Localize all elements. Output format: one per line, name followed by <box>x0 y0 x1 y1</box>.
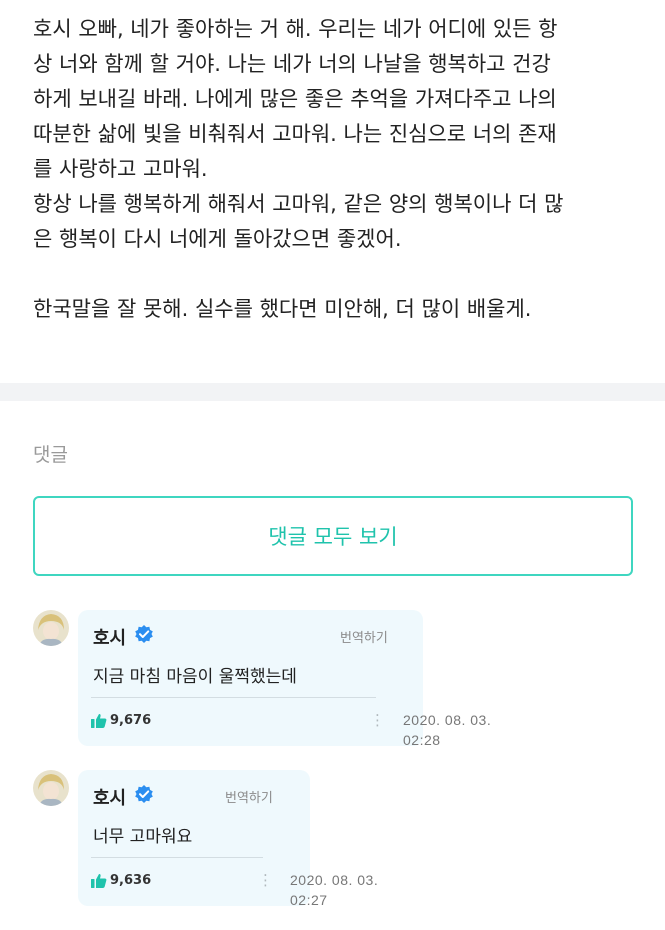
comment-timestamp: 2020. 08. 03. 02:28 <box>403 710 491 750</box>
post-line: 하게 보내길 바래. 나에게 많은 좋은 추억을 가져다주고 나의 <box>33 87 557 111</box>
like-button[interactable]: 9,636 <box>91 873 151 888</box>
avatar[interactable] <box>33 770 69 806</box>
comments-heading: 댓글 <box>33 444 68 466</box>
comment-date: 2020. 08. 03. <box>290 872 379 888</box>
post-line: 를 사랑하고 고마워. <box>33 157 208 181</box>
post-body: 호시 오빠, 네가 좋아하는 거 해. 우리는 네가 어디에 있든 항 상 너와… <box>33 12 643 327</box>
more-options-icon[interactable]: ⋮ <box>370 713 385 728</box>
post-line: 한국말을 잘 못해. 실수를 했다면 미안해, 더 많이 배울게. <box>33 297 532 321</box>
post-line: 은 행복이 다시 너에게 돌아갔으면 좋겠어. <box>33 227 402 251</box>
comment-text: 너무 고마워요 <box>93 827 193 847</box>
bubble-divider <box>91 857 263 858</box>
verified-check-icon <box>135 625 153 643</box>
more-options-icon[interactable]: ⋮ <box>258 873 273 888</box>
comment-date: 2020. 08. 03. <box>403 712 492 728</box>
like-count: 9,636 <box>110 873 152 888</box>
bubble-divider <box>91 697 376 698</box>
post-line: 항상 나를 행복하게 해줘서 고마워, 같은 양의 행복이나 더 많 <box>33 192 564 216</box>
comment-author[interactable]: 호시 <box>93 784 126 810</box>
post-line: 상 너와 함께 할 거야. 나는 네가 너의 나날을 행복하고 건강 <box>33 52 551 76</box>
comment-bubble: 호시 번역하기 너무 고마워요 9,636 ⋮ <box>78 770 310 906</box>
thumbs-up-icon <box>91 713 107 728</box>
like-button[interactable]: 9,676 <box>91 713 151 728</box>
thumbs-up-icon <box>91 873 107 888</box>
comment-bubble: 호시 번역하기 지금 마침 마음이 울쩍했는데 9,676 ⋮ <box>78 610 423 746</box>
translate-button[interactable]: 번역하기 <box>225 787 273 806</box>
comment-time: 02:28 <box>403 732 441 748</box>
view-all-comments-button[interactable]: 댓글 모두 보기 <box>33 496 633 576</box>
comment-author[interactable]: 호시 <box>93 624 126 650</box>
post-line: 따분한 삶에 빛을 비춰줘서 고마워. 나는 진심으로 너의 존재 <box>33 122 557 146</box>
post-line: 호시 오빠, 네가 좋아하는 거 해. 우리는 네가 어디에 있든 항 <box>33 17 558 41</box>
comment-item: 호시 번역하기 너무 고마워요 9,636 ⋮ 2020. 08. 03. 02… <box>33 770 633 910</box>
avatar[interactable] <box>33 610 69 646</box>
verified-check-icon <box>135 785 153 803</box>
section-divider <box>0 383 665 401</box>
comment-item: 호시 번역하기 지금 마침 마음이 울쩍했는데 9,676 ⋮ 2020. 08… <box>33 610 633 750</box>
comment-time: 02:27 <box>290 892 328 908</box>
like-count: 9,676 <box>110 713 152 728</box>
comment-text: 지금 마침 마음이 울쩍했는데 <box>93 667 297 687</box>
translate-button[interactable]: 번역하기 <box>340 627 388 646</box>
comment-timestamp: 2020. 08. 03. 02:27 <box>290 870 378 910</box>
